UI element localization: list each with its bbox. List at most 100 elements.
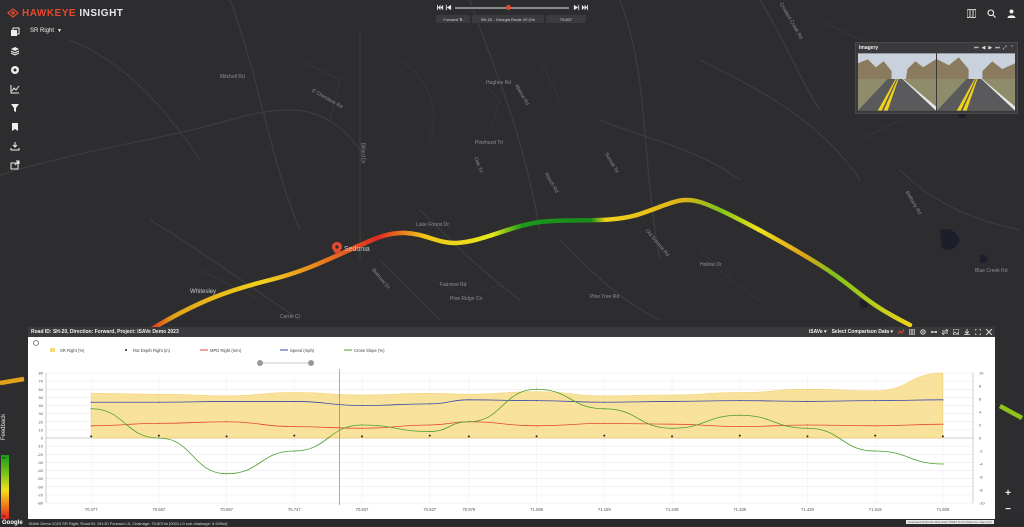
imagery-prev-icon[interactable]: ◀ (982, 45, 986, 51)
series-line-mpd-point (739, 426, 741, 428)
stack-button[interactable] (7, 43, 23, 59)
chart-area[interactable]: SR Right (%) Rut Depth Right (in) MPD Righ… (28, 337, 995, 519)
line-chart-icon[interactable] (898, 329, 904, 335)
map-town-label-2: Whitesley (190, 289, 217, 295)
series-line-mpd-point (603, 422, 605, 424)
settings-icon[interactable] (920, 329, 926, 335)
road-selector-pill[interactable]: SH-20 - Georgia Route 20 (Ge (472, 15, 544, 23)
zoom-in-button[interactable]: + (1001, 487, 1015, 499)
series-point-rut-depth (293, 434, 296, 437)
series-point-rut-depth (361, 435, 364, 438)
comparison-dropdown[interactable]: Select Comparison Data ▾ (832, 329, 893, 335)
series-line-speed-point (806, 400, 809, 403)
series-area-sr-right (90, 372, 944, 439)
series-point-rut-depth (738, 434, 741, 437)
metric-dropdown[interactable]: iSAVe ▾ (809, 329, 827, 335)
y-right-tick-label: 2 (979, 423, 982, 428)
legend-label: MPD Right (mm) (210, 348, 242, 353)
chart-button[interactable] (7, 81, 23, 97)
series-line-speed-point (293, 400, 295, 403)
imagery-first-icon[interactable]: ⏮ (974, 45, 979, 51)
x-tick-label: 71.609 (936, 507, 949, 512)
layers-copy-button[interactable] (7, 24, 23, 40)
expand-icon[interactable]: ⤢ (1003, 45, 1007, 51)
y-right-tick-label: 0 (979, 436, 982, 441)
stack-icon (10, 47, 20, 56)
legend-top-label: 70 (2, 456, 6, 460)
chart-icon (10, 85, 20, 94)
series-line-mpd-point (942, 423, 944, 425)
series-line-cross-point (874, 450, 876, 452)
series-line-speed-point (671, 400, 673, 403)
series-line-speed-point (942, 399, 944, 401)
imagery-next-icon[interactable]: ▶ (988, 45, 992, 51)
close-icon[interactable] (986, 329, 992, 335)
brand-logo[interactable]: HAWKEYE INSIGHT (7, 6, 123, 20)
series-line-cross-point (535, 388, 538, 390)
series-line-speed-point (429, 403, 431, 405)
y-right-tick-label: -4 (979, 462, 983, 467)
x-tick-label: 71.159 (598, 507, 611, 512)
street-label: Hollow Dr (700, 262, 722, 268)
playback-slider-thumb[interactable] (506, 4, 512, 10)
fullscreen-icon[interactable] (975, 329, 981, 335)
direction-pill[interactable]: Forward ⇅ (436, 15, 470, 23)
zoom-controls: + − (1001, 487, 1015, 515)
playback-slider[interactable] (455, 4, 569, 10)
series-line-cross-point (942, 463, 944, 465)
image-icon[interactable] (953, 329, 959, 335)
y-right-tick-label: 6 (979, 397, 982, 402)
swap-icon: ⇅ (459, 16, 463, 22)
series-line-mpd-point (225, 421, 228, 423)
road-image-left[interactable] (858, 53, 936, 111)
skip-to-start-button[interactable] (436, 4, 444, 12)
chainage-input[interactable]: 70.807 (546, 15, 586, 23)
y-left-tick-label: 0 (41, 436, 44, 441)
series-point-rut-depth (428, 434, 431, 437)
series-point-rut-depth (603, 434, 606, 437)
street-label: Carrie Cl (280, 314, 300, 320)
link-icon[interactable] (931, 329, 937, 335)
download-button[interactable] (7, 138, 23, 154)
y-left-tick-label: -30 (37, 460, 44, 465)
step-forward-button[interactable] (572, 4, 580, 12)
table-icon[interactable] (909, 329, 915, 335)
y-left-tick-label: 40 (39, 403, 44, 408)
y-right-tick-label: 8 (979, 384, 982, 389)
target-button[interactable] (7, 62, 23, 78)
filter-button[interactable] (7, 100, 23, 116)
share-button[interactable] (7, 157, 23, 173)
search-button[interactable] (984, 6, 998, 20)
layers-copy-icon (11, 27, 20, 36)
x-tick-label: 71.069 (530, 507, 543, 512)
series-line-speed-point (535, 400, 538, 402)
series-line-cross-point (225, 473, 228, 475)
series-line-mpd-point (361, 427, 363, 429)
user-icon (1007, 9, 1015, 18)
street-label: Lake Forest Dr (416, 222, 450, 228)
chart-panel-header: Road ID: SH-20, Direction: Forward, Proj… (28, 327, 995, 337)
step-back-button[interactable] (444, 4, 452, 12)
street-label: Pinehurst Trl (475, 140, 504, 146)
series-line-cross-point (293, 450, 295, 452)
imagery-title: Imagery (859, 44, 879, 51)
series-line-speed-point (225, 400, 228, 403)
download-chart-icon[interactable] (964, 329, 970, 335)
map-attribution[interactable]: Keyboard shortcuts Map data ©2023 Terms … (905, 520, 994, 524)
user-account-button[interactable] (1004, 6, 1018, 20)
zoom-out-button[interactable]: − (1001, 503, 1015, 515)
series-point-rut-depth (90, 435, 93, 438)
route-selector-dropdown[interactable]: SR Right ▼ (30, 24, 62, 37)
series-line-cross-point (806, 427, 809, 429)
imagery-last-icon[interactable]: ⏭ (995, 45, 1000, 51)
swap-panels-icon[interactable] (942, 329, 948, 335)
chevron-up-icon[interactable]: ⌃ (1010, 45, 1014, 51)
map-view-button[interactable] (964, 6, 978, 20)
skip-to-end-button[interactable] (580, 4, 588, 12)
y-left-tick-label: 30 (39, 411, 44, 416)
y-left-tick-label: -20 (37, 452, 44, 457)
bookmark-button[interactable] (7, 119, 23, 135)
street-label: Mitchell Rd (220, 74, 245, 80)
feedback-tab[interactable]: Feedback (0, 405, 9, 449)
road-image-right[interactable] (937, 53, 1015, 111)
